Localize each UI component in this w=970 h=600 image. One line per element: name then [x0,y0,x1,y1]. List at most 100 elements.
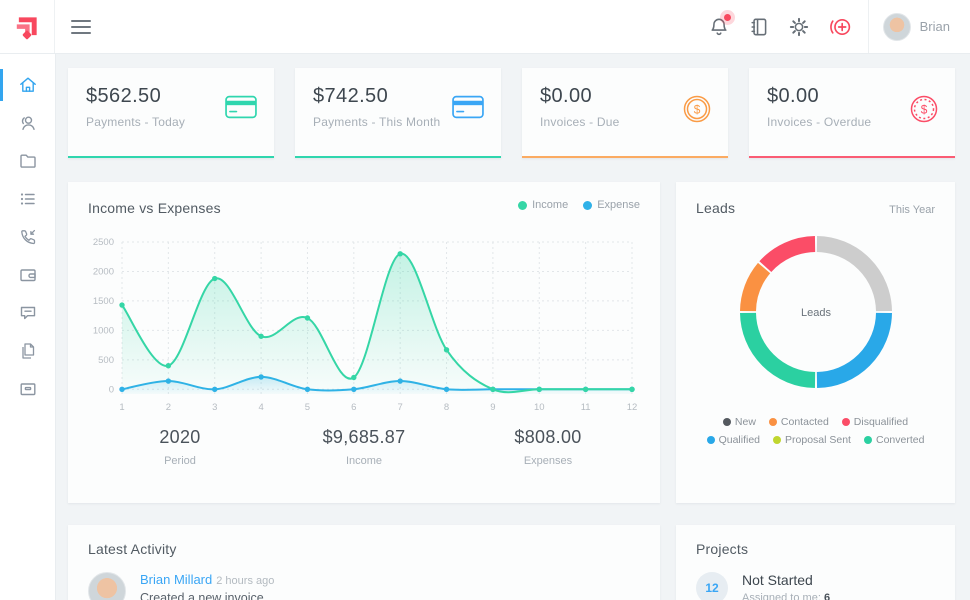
project-status-label: Not Started [742,572,830,588]
archive-icon [18,379,38,399]
stat-card-invoices-overdue: $0.00 Invoices - Overdue $ [749,68,955,158]
sidebar-item-folders[interactable] [0,142,55,180]
footer-stat-period: 2020 Period [88,427,272,467]
svg-text:10: 10 [534,402,545,413]
notification-badge [724,14,731,21]
wallet-icon [18,265,38,285]
period-value: 2020 [88,427,272,448]
income-legend-label: Income [532,199,568,211]
project-count-badge: 12 [696,572,728,600]
quick-add-button[interactable] [828,16,850,38]
journal-button[interactable] [748,16,770,38]
contacted-dot [769,418,777,426]
brand-logo-icon [12,12,42,42]
charts-row: Income vs Expenses Income Expense 050010… [68,182,955,503]
sidebar-nav [0,54,56,600]
chat-icon [18,303,38,323]
sidebar-item-home[interactable] [0,66,55,104]
assigned-label: Assigned to me: [742,592,821,600]
sidebar-item-messages[interactable] [0,294,55,332]
svg-text:Leads: Leads [801,307,831,319]
documents-icon [18,341,38,361]
disqualified-dot [842,418,850,426]
bottom-row: Latest Activity Brian Millard 2 hours ago… [68,525,955,600]
stat-card-invoices-due: $0.00 Invoices - Due $ [522,68,728,158]
income-legend-dot [518,201,527,210]
activity-user-link[interactable]: Brian Millard [140,572,212,587]
income-value: $9,685.87 [272,427,456,448]
qualified-dot [707,436,715,444]
sidebar-item-archive[interactable] [0,370,55,408]
svg-text:11: 11 [581,402,591,413]
svg-text:1000: 1000 [93,325,114,336]
legend-item-qualified[interactable]: Qualified [707,434,760,446]
svg-text:2500: 2500 [93,237,114,248]
assigned-value: 6 [824,592,830,600]
legend-item-proposal-sent[interactable]: Proposal Sent [773,434,851,446]
activity-time: 2 hours ago [216,575,274,587]
legend-item-new[interactable]: New [723,416,756,428]
notifications-button[interactable] [708,16,730,38]
expense-legend-label: Expense [597,199,640,211]
user-avatar [883,13,911,41]
income-expenses-line-chart: 05001000150020002500123456789101112 [88,230,640,421]
dashboard-app: Brian [0,0,970,600]
svg-text:12: 12 [627,402,638,413]
stat-card-payments-today: $562.50 Payments - Today [68,68,274,158]
legend-item-disqualified[interactable]: Disqualified [842,416,908,428]
disqualified-label: Disqualified [854,416,908,428]
period-label: Period [88,455,272,467]
legend-item-income[interactable]: Income [518,199,568,211]
sidebar-item-documents[interactable] [0,332,55,370]
expenses-value: $808.00 [456,427,640,448]
new-label: New [735,416,756,428]
main-content: $562.50 Payments - Today $742.50 Payment… [56,54,970,600]
credit-card-icon [451,94,485,120]
project-status-item[interactable]: 12 Not Started Assigned to me: 6 [696,572,935,600]
sidebar-item-payments[interactable] [0,256,55,294]
expenses-label: Expenses [456,455,640,467]
activity-avatar [88,572,126,600]
leads-period: This Year [889,204,935,216]
leads-header: Leads This Year [696,200,935,216]
proposal-sent-label: Proposal Sent [785,434,851,446]
svg-text:$: $ [694,103,701,117]
coin-dashed-icon: $ [909,94,939,124]
sidebar-item-tasks[interactable] [0,180,55,218]
projects-card: Projects 12 Not Started Assigned to me: … [676,525,955,600]
projects-title: Projects [696,541,935,557]
settings-button[interactable] [788,16,810,38]
footer-stat-expenses: $808.00 Expenses [456,427,640,467]
project-assigned: Assigned to me: 6 [742,592,830,600]
list-icon [18,189,38,209]
leads-card: Leads This Year Leads New Contacted Disq… [676,182,955,503]
contacts-icon [18,113,38,133]
sidebar-item-calls[interactable] [0,218,55,256]
activity-title: Latest Activity [88,541,640,557]
chart-legend: Income Expense [518,199,640,211]
converted-dot [864,436,872,444]
proposal-sent-dot [773,436,781,444]
top-bar: Brian [0,0,970,54]
activity-item: Brian Millard2 hours ago Created a new i… [88,572,640,600]
app-logo[interactable] [0,0,55,53]
legend-item-converted[interactable]: Converted [864,434,924,446]
svg-text:6: 6 [351,402,356,413]
quick-add-icon [828,16,852,38]
journal-icon [748,16,770,38]
legend-item-contacted[interactable]: Contacted [769,416,829,428]
menu-toggle-button[interactable] [71,16,91,38]
phone-incoming-icon [18,227,38,247]
svg-text:8: 8 [444,402,449,413]
sidebar-item-contacts[interactable] [0,104,55,142]
svg-text:2: 2 [166,402,171,413]
leads-legend: New Contacted Disqualified Qualified Pro… [696,416,935,446]
svg-text:1: 1 [119,402,124,413]
leads-title: Leads [696,200,735,216]
stat-cards-row: $562.50 Payments - Today $742.50 Payment… [68,68,955,158]
user-menu[interactable]: Brian [869,13,970,41]
svg-text:5: 5 [305,402,310,413]
qualified-label: Qualified [719,434,760,446]
legend-item-expense[interactable]: Expense [583,199,640,211]
folder-icon [18,151,38,171]
